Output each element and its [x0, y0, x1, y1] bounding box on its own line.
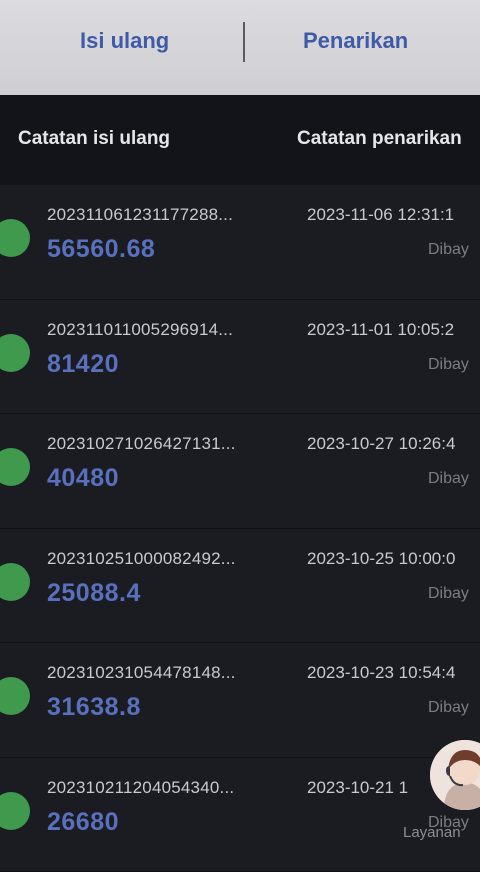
transaction-status: Dibay: [428, 699, 480, 717]
transaction-date: 2023-10-23 10:54:4: [307, 663, 480, 683]
transaction-date: 2023-10-25 10:00:0: [307, 549, 480, 569]
tab-isi-ulang[interactable]: Isi ulang: [80, 28, 169, 54]
customer-service-label: Layanan: [403, 824, 461, 841]
transaction-amount: 81420: [47, 350, 119, 379]
transaction-id: 202310211204054340...: [47, 778, 234, 798]
list-item[interactable]: 202310271026427131... 40480 2023-10-27 1…: [0, 414, 480, 529]
transaction-id: 202310251000082492...: [47, 549, 236, 569]
transaction-status: Dibay: [428, 470, 480, 488]
transaction-status: Dibay: [428, 585, 480, 603]
list-item[interactable]: 202310231054478148... 31638.8 2023-10-23…: [0, 643, 480, 758]
customer-service-avatar-icon: [430, 740, 480, 810]
transaction-status: Dibay: [428, 241, 480, 259]
status-dot-icon: [0, 448, 30, 486]
transaction-status: Dibay: [428, 356, 480, 374]
customer-service-button[interactable]: Layanan: [420, 740, 480, 850]
status-dot-icon: [0, 563, 30, 601]
tab-divider: [243, 22, 245, 62]
status-dot-icon: [0, 792, 30, 830]
status-dot-icon: [0, 219, 30, 257]
transaction-amount: 25088.4: [47, 579, 141, 608]
tab-penarikan[interactable]: Penarikan: [303, 28, 408, 54]
list-item[interactable]: 202310251000082492... 25088.4 2023-10-25…: [0, 529, 480, 644]
status-dot-icon: [0, 677, 30, 715]
transaction-date: 2023-11-01 10:05:2: [307, 320, 480, 340]
recharge-records-heading[interactable]: Catatan isi ulang: [18, 128, 170, 150]
records-list: 202311061231177288... 56560.68 2023-11-0…: [0, 185, 480, 872]
transaction-id: 202311061231177288...: [47, 205, 233, 225]
transaction-amount: 40480: [47, 464, 119, 493]
status-dot-icon: [0, 334, 30, 372]
transaction-amount: 26680: [47, 808, 119, 837]
list-item[interactable]: 202311011005296914... 81420 2023-11-01 1…: [0, 300, 480, 415]
transaction-date: 2023-10-27 10:26:4: [307, 434, 480, 454]
transaction-id: 202310271026427131...: [47, 434, 236, 454]
withdrawal-records-heading[interactable]: Catatan penarikan: [297, 128, 462, 150]
top-tab-bar: Isi ulang Penarikan: [0, 0, 480, 95]
records-header: Catatan isi ulang Catatan penarikan: [0, 95, 480, 185]
transaction-date: 2023-11-06 12:31:1: [307, 205, 480, 225]
transaction-id: 202311011005296914...: [47, 320, 233, 340]
list-item[interactable]: 202311061231177288... 56560.68 2023-11-0…: [0, 185, 480, 300]
transaction-amount: 31638.8: [47, 693, 141, 722]
transaction-id: 202310231054478148...: [47, 663, 236, 683]
list-item[interactable]: 202310211204054340... 26680 2023-10-21 1…: [0, 758, 480, 872]
transaction-amount: 56560.68: [47, 235, 155, 264]
